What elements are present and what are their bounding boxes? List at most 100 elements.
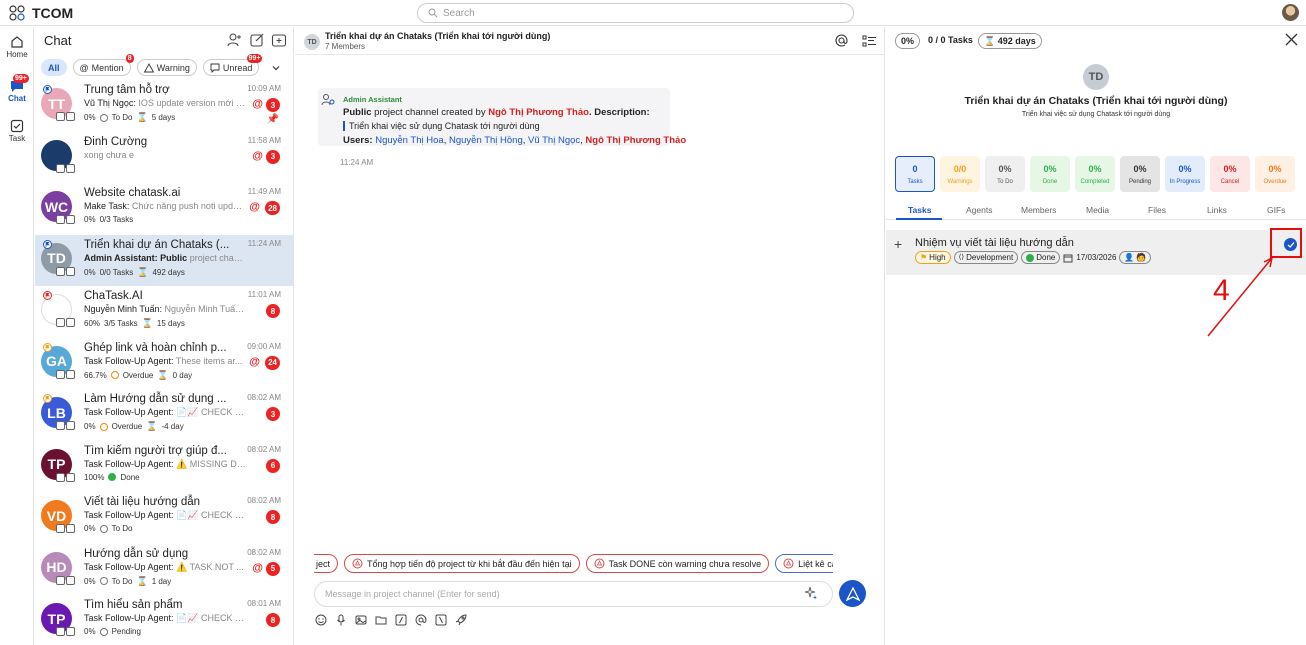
progress-pct: 0% bbox=[84, 267, 96, 277]
suggested-prompt[interactable]: Liệt kê các ta bbox=[775, 554, 833, 573]
suggested-prompt[interactable]: ject bbox=[314, 554, 339, 573]
system-message: Admin Assistant Public project channel c… bbox=[318, 88, 686, 146]
tab-agents[interactable]: Agents bbox=[966, 205, 992, 215]
stat-card[interactable]: 0/0 Warnings bbox=[940, 156, 980, 192]
priority-tag[interactable]: ⚑ High bbox=[915, 251, 951, 264]
task-icon bbox=[66, 575, 75, 585]
search-input[interactable]: Search bbox=[417, 3, 854, 23]
compose-icon[interactable] bbox=[249, 32, 265, 48]
flag-icon: ⚑ bbox=[920, 253, 928, 262]
mention-indicator: @ bbox=[252, 149, 263, 162]
task-list-icon[interactable] bbox=[862, 34, 877, 49]
message-user[interactable]: Nguyễn Thị Hoa bbox=[375, 135, 443, 146]
tab-files[interactable]: Files bbox=[1148, 205, 1166, 215]
stat-card[interactable]: 0% Pending bbox=[1120, 156, 1160, 192]
stat-card[interactable]: 0% Completed bbox=[1075, 156, 1115, 192]
rail-chat[interactable]: Chat 99+ bbox=[0, 74, 34, 103]
conversation-meta: 60% 3/5 Tasks ⌛ 15 days bbox=[84, 318, 185, 329]
flag-icon bbox=[43, 394, 52, 403]
conversation-preview: Make Task: Chức năng push noti updat... bbox=[84, 201, 246, 211]
microphone-icon[interactable] bbox=[335, 614, 347, 626]
stat-label: Pending bbox=[1128, 178, 1152, 185]
list-item[interactable]: WC Website chatask.ai 11:49 AM Make Task: C… bbox=[35, 183, 293, 234]
conversation-time: 11:49 AM bbox=[247, 187, 281, 196]
task-icon bbox=[66, 472, 75, 482]
add-user-icon[interactable] bbox=[226, 32, 242, 48]
channel-type-icons bbox=[56, 575, 75, 585]
category-tag[interactable]: ⟨⟩ Development bbox=[953, 251, 1019, 264]
image-icon[interactable] bbox=[355, 614, 367, 626]
tab-members[interactable]: Members bbox=[1021, 205, 1056, 215]
preview-sender: Task Follow-Up Agent: bbox=[84, 613, 174, 623]
user-avatar[interactable] bbox=[1282, 4, 1299, 21]
tab-tasks[interactable]: Tasks bbox=[908, 205, 931, 215]
list-item[interactable]: ChaTask.AI 11:01 AM Nguyễn Minh Tuấn: Nguy… bbox=[35, 286, 293, 337]
tab-media[interactable]: Media bbox=[1086, 205, 1109, 215]
stat-card[interactable]: 0 Tasks bbox=[895, 156, 935, 192]
stat-value: 0% bbox=[1043, 163, 1057, 174]
channel-title[interactable]: Triển khai dự án Chataks (Triển khai tới… bbox=[325, 31, 550, 41]
message-input[interactable]: Message in project channel (Enter for se… bbox=[314, 581, 833, 607]
list-item[interactable]: TP Tìm hiểu sản phẩm 08:01 AM Task Follow-U… bbox=[35, 595, 293, 645]
message-user[interactable]: Vũ Thị Ngọc bbox=[528, 135, 580, 146]
mention-badge: 8 bbox=[125, 54, 134, 63]
list-item[interactable]: LB Làm Hướng dẫn sử dụng ... 08:02 AM Task … bbox=[35, 389, 293, 440]
list-item[interactable]: VD Viết tài liệu hướng dẫn 08:02 AM Task Fo… bbox=[35, 492, 293, 543]
rocket-icon[interactable] bbox=[455, 614, 467, 626]
flag-icon bbox=[43, 291, 52, 300]
stat-card[interactable]: 0% In Progress bbox=[1165, 156, 1205, 192]
lock-icon bbox=[56, 627, 65, 636]
rail-home[interactable]: Home bbox=[0, 35, 34, 59]
assignee-tag[interactable]: 👤 🧑 bbox=[1119, 251, 1152, 264]
stat-card[interactable]: 0% Cancel bbox=[1210, 156, 1250, 192]
suggested-prompt[interactable]: Task DONE còn warning chưa resolve bbox=[585, 554, 770, 573]
list-item[interactable]: GA Ghép link và hoàn chỉnh p... 09:00 AM Ta… bbox=[35, 338, 293, 389]
tab-gifs[interactable]: GIFs bbox=[1267, 205, 1285, 215]
channel-avatar: TD bbox=[304, 34, 320, 50]
slash-command-icon[interactable] bbox=[395, 614, 407, 626]
plus-icon[interactable]: + bbox=[894, 236, 902, 252]
filter-all[interactable]: All bbox=[41, 59, 67, 76]
task-title[interactable]: Nhiệm vụ viết tài liệu hướng dẫn bbox=[915, 237, 1074, 249]
message-creator[interactable]: Ngô Thị Phương Thảo bbox=[488, 107, 589, 118]
stat-card[interactable]: 0% Done bbox=[1030, 156, 1070, 192]
rail-chat-label: Chat bbox=[8, 94, 26, 103]
lock-icon bbox=[56, 421, 65, 430]
preview-sender: Vũ Thị Ngọc: bbox=[84, 98, 136, 108]
rail-task[interactable]: Task bbox=[0, 119, 34, 143]
sparkle-icon[interactable] bbox=[804, 586, 818, 600]
lock-icon bbox=[56, 163, 65, 173]
mention-tool-icon[interactable] bbox=[415, 614, 427, 626]
list-item[interactable]: Đinh Cường 11:58 AM xong chưa e 3 @ bbox=[35, 132, 293, 183]
flag-icon bbox=[43, 85, 52, 94]
tab-links[interactable]: Links bbox=[1207, 205, 1227, 215]
close-icon[interactable] bbox=[1285, 33, 1298, 46]
new-channel-icon[interactable] bbox=[271, 32, 287, 48]
message-user-last[interactable]: Ngô Thị Phương Thảo bbox=[585, 135, 686, 146]
filter-unread[interactable]: Unread 99+ bbox=[202, 54, 263, 76]
filter-warning[interactable]: Warning bbox=[136, 59, 197, 76]
stat-card[interactable]: 0% Overdue bbox=[1255, 156, 1295, 192]
list-item[interactable]: TT Trung tâm hỗ trợ 10:09 AM Vũ Thị Ngọc: I… bbox=[35, 80, 293, 131]
conversation-time: 08:02 AM bbox=[247, 547, 281, 557]
folder-icon[interactable] bbox=[375, 614, 387, 626]
stat-label: Overdue bbox=[1263, 178, 1287, 185]
channel-members[interactable]: 7 Members bbox=[325, 42, 365, 51]
status-tag[interactable]: Done bbox=[1021, 251, 1061, 264]
stat-value: 0 bbox=[912, 163, 918, 174]
suggested-prompt[interactable]: Tổng hợp tiến độ project từ khi bắt đầu … bbox=[344, 554, 580, 573]
task-date[interactable]: 17/03/2026 bbox=[1076, 253, 1116, 262]
message-user[interactable]: Nguyễn Thị Hồng bbox=[449, 135, 523, 146]
emoji-icon[interactable] bbox=[315, 614, 327, 626]
send-button[interactable] bbox=[839, 580, 866, 607]
chevron-down-icon[interactable] bbox=[271, 63, 281, 73]
list-item[interactable]: TD Triển khai dự án Chataks (... 11:24 AM A… bbox=[35, 234, 293, 286]
conversation-preview: Task Follow-Up Agent: ⚠️ TASK NOT ... bbox=[84, 562, 246, 573]
list-item[interactable]: TP Tìm kiếm người trợ giúp đ... 08:02 AM Ta… bbox=[35, 441, 293, 492]
task-icon bbox=[0, 119, 34, 133]
filter-mention[interactable]: @ Mention 8 bbox=[72, 54, 134, 76]
backslash-command-icon[interactable] bbox=[435, 614, 447, 626]
stat-card[interactable]: 0% To Do bbox=[985, 156, 1025, 192]
list-item[interactable]: HD Hướng dẫn sử dụng 08:02 AM Task Follow-U… bbox=[35, 544, 293, 595]
mention-icon[interactable] bbox=[834, 33, 849, 48]
